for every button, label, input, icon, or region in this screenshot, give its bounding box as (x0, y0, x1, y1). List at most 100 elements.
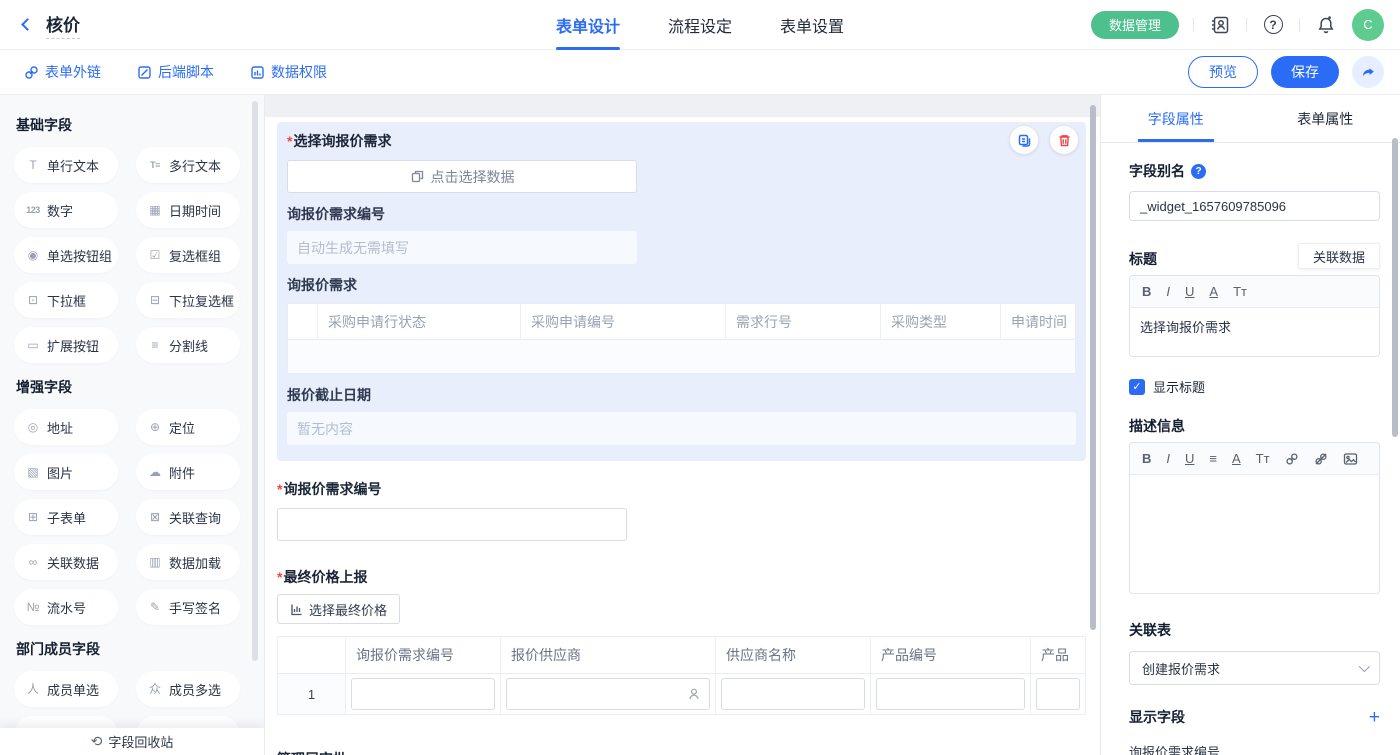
deadline-display[interactable]: 暂无内容 (287, 412, 1076, 445)
preview-button[interactable]: 预览 (1188, 56, 1258, 88)
font-size-icon[interactable]: Tᴛ (1233, 285, 1247, 298)
font-color-icon[interactable]: A (1209, 285, 1218, 298)
link-icon (24, 65, 39, 80)
notification-bell-icon[interactable] (1314, 13, 1338, 37)
insert-link-icon[interactable] (1285, 452, 1299, 466)
widget-inquiry-number[interactable]: *询报价需求编号 (277, 479, 1086, 541)
show-title-toggle[interactable]: ✓ 显示标题 (1129, 377, 1380, 396)
bold-icon[interactable]: B (1142, 452, 1151, 465)
field-pill[interactable]: ☑复选框组 (136, 237, 240, 273)
data-manage-button[interactable]: 数据管理 (1091, 11, 1179, 39)
subfield-label-deadline: 报价截止日期 (287, 385, 1076, 405)
save-button[interactable]: 保存 (1271, 56, 1339, 88)
contacts-book-icon[interactable] (1208, 13, 1232, 37)
bold-icon[interactable]: B (1142, 285, 1151, 298)
field-pill[interactable]: ▥数据加载 (136, 544, 240, 580)
field-palette: 基础字段 T单行文本T≡多行文本123数字▦日期时间◉单选按钮组☑复选框组⊡下拉… (0, 95, 265, 755)
alias-input[interactable]: _widget_1657609785096 (1129, 191, 1380, 221)
tab-form-properties[interactable]: 表单属性 (1251, 95, 1400, 142)
italic-icon[interactable]: I (1166, 285, 1170, 298)
back-button[interactable] (16, 14, 38, 36)
field-type-icon: ✎ (146, 601, 164, 613)
form-toolbar: 表单外链 后端脚本 数据权限 预览 保存 (0, 50, 1400, 95)
tab-form-setting[interactable]: 表单设置 (778, 0, 846, 50)
field-pill[interactable]: ≡分割线 (136, 327, 240, 363)
back-chevron-icon (21, 18, 34, 31)
field-pill[interactable]: ⊟下拉复选框 (136, 282, 240, 318)
field-pill-label: 扩展按钮 (47, 336, 99, 355)
field-pill[interactable]: T≡多行文本 (136, 147, 240, 183)
font-size-icon[interactable]: Tᴛ (1256, 452, 1270, 465)
field-pill[interactable]: ⊠关联查询 (136, 499, 240, 535)
field-pill[interactable]: ✎手写签名 (136, 589, 240, 625)
table-header-cell: 产品编号 (871, 637, 1031, 673)
field-pill[interactable]: ▧图片 (14, 454, 118, 490)
field-type-icon: № (24, 601, 42, 613)
field-pill[interactable]: 123数字 (14, 192, 118, 228)
cell-input-supplier[interactable] (506, 678, 710, 710)
field-pill-label: 流水号 (47, 598, 86, 617)
copy-widget-button[interactable] (1010, 126, 1038, 154)
help-icon[interactable]: ? (1261, 13, 1285, 37)
field-pill[interactable]: 人成员单选 (14, 671, 118, 707)
field-pill[interactable]: ☁附件 (136, 454, 240, 490)
field-pill[interactable]: № 流水号 (14, 589, 118, 625)
field-pill[interactable]: ⊞子表单 (14, 499, 118, 535)
underline-icon[interactable]: U (1185, 452, 1194, 465)
form-title[interactable]: 核价 (46, 11, 80, 39)
sidebar-scrollbar[interactable] (252, 101, 258, 661)
align-icon[interactable]: ≡ (1209, 452, 1217, 465)
field-pill[interactable]: ∞关联数据 (14, 544, 118, 580)
checkbox-checked-icon[interactable]: ✓ (1129, 379, 1145, 395)
panel-scrollbar[interactable] (1392, 138, 1398, 437)
field-pill[interactable]: ⊕定位 (136, 409, 240, 445)
field-type-icon: ⊠ (146, 511, 164, 523)
script-icon (137, 65, 152, 80)
related-data-button[interactable]: 关联数据 (1298, 243, 1380, 269)
tab-field-properties[interactable]: 字段属性 (1101, 95, 1251, 142)
add-display-field-button[interactable]: + (1369, 708, 1380, 727)
user-avatar[interactable]: C (1352, 9, 1384, 41)
canvas-scrollbar[interactable] (1090, 105, 1096, 630)
select-data-button[interactable]: 点击选择数据 (287, 160, 637, 193)
tab-form-design[interactable]: 表单设计 (554, 0, 622, 50)
field-recycle-bin[interactable]: ⟲ 字段回收站 (0, 728, 264, 755)
data-permission-button[interactable]: 数据权限 (250, 62, 327, 82)
cell-input-clipped[interactable] (1036, 678, 1080, 710)
underline-icon[interactable]: U (1185, 285, 1194, 298)
table-header-cell: 采购类型 (881, 304, 1001, 339)
cell-input-product-number[interactable] (876, 678, 1025, 710)
share-button[interactable] (1352, 56, 1384, 88)
italic-icon[interactable]: I (1166, 452, 1170, 465)
font-color-icon[interactable]: A (1232, 452, 1241, 465)
backend-script-button[interactable]: 后端脚本 (137, 62, 214, 82)
choose-final-price-button[interactable]: 选择最终价格 (277, 594, 400, 624)
main-area: 基础字段 T单行文本T≡多行文本123数字▦日期时间◉单选按钮组☑复选框组⊡下拉… (0, 95, 1400, 755)
remove-link-icon[interactable] (1314, 452, 1328, 466)
alias-help-icon[interactable]: ? (1191, 164, 1206, 179)
field-pill[interactable]: ◉单选按钮组 (14, 237, 118, 273)
insert-image-icon[interactable] (1343, 452, 1358, 466)
widget-final-price[interactable]: *最终价格上报 选择最终价格 询报价需求编号报价供应商供应商名称产品编号产品 1 (277, 567, 1086, 715)
widget-management-approval[interactable]: 管理层审批 (277, 749, 1086, 755)
cell-input-inquiry-number[interactable] (351, 678, 495, 710)
tab-flow-setting[interactable]: 流程设定 (666, 0, 734, 50)
related-table-select[interactable]: 创建报价需求 (1129, 651, 1380, 685)
field-pill[interactable]: ⊡下拉框 (14, 282, 118, 318)
field-pill[interactable]: ◎地址 (14, 409, 118, 445)
field-pill[interactable]: ▭扩展按钮 (14, 327, 118, 363)
field-pill-label: 子表单 (47, 508, 86, 527)
description-editor-content[interactable] (1130, 475, 1379, 593)
widget-actions (1010, 126, 1078, 154)
form-external-link-button[interactable]: 表单外链 (24, 62, 101, 82)
delete-widget-button[interactable] (1050, 126, 1078, 154)
cell-input-supplier-name[interactable] (721, 678, 865, 710)
field-pill[interactable]: ▦日期时间 (136, 192, 240, 228)
field-pill[interactable]: T单行文本 (14, 147, 118, 183)
display-fields-row: 显示字段 + (1129, 707, 1380, 727)
inquiry-number-input[interactable] (277, 508, 627, 541)
auto-number-input[interactable]: 自动生成无需填写 (287, 231, 637, 264)
title-editor-content[interactable]: 选择询报价需求 (1130, 308, 1379, 356)
selected-widget-related-data[interactable]: *选择询报价需求 点击选择数据 询报价需求编号 自动生成无需填写 询报价需求 采… (277, 122, 1086, 461)
field-pill[interactable]: 众成员多选 (136, 671, 240, 707)
